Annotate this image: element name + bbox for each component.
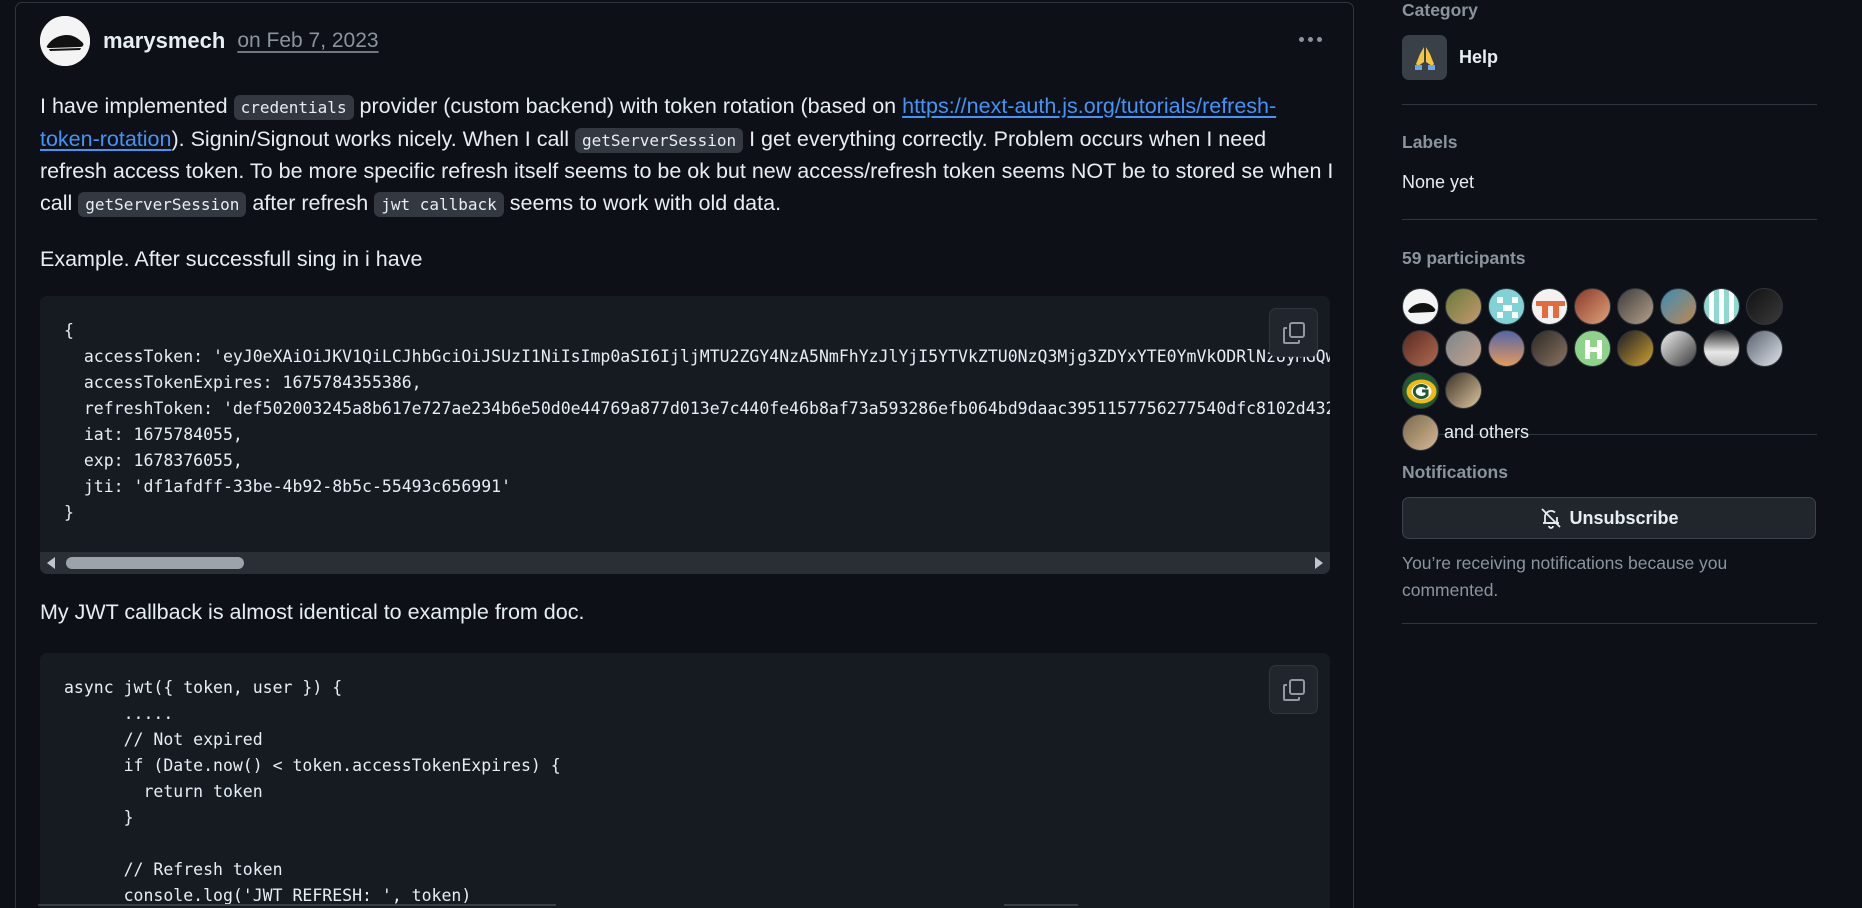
- copy-icon: [1282, 321, 1305, 344]
- participants-section: 59 participants and others: [1402, 220, 1817, 451]
- post-date[interactable]: on Feb 7, 2023: [237, 29, 378, 53]
- participant-avatar[interactable]: [1445, 372, 1482, 409]
- participant-avatar[interactable]: [1574, 330, 1611, 367]
- category-heading: Category: [1402, 0, 1478, 20]
- participant-avatars: [1402, 288, 1822, 409]
- scroll-indicator: [1004, 904, 1078, 906]
- author-name[interactable]: marysmech: [103, 28, 225, 54]
- text: after refresh: [246, 190, 375, 215]
- inline-code: jwt callback: [374, 191, 504, 217]
- scroll-right-icon[interactable]: [1315, 557, 1323, 569]
- scroll-indicator: [38, 904, 556, 906]
- scroll-left-icon[interactable]: [47, 557, 55, 569]
- participant-avatar[interactable]: [1445, 330, 1482, 367]
- participant-avatar[interactable]: [1402, 414, 1439, 451]
- participant-avatar[interactable]: [1660, 330, 1697, 367]
- labels-value: None yet: [1402, 172, 1475, 192]
- paragraph-jwt: My JWT callback is almost identical to e…: [40, 600, 585, 624]
- participants-heading: 59 participants: [1402, 248, 1526, 268]
- folded-hands-glyph: [1414, 46, 1435, 70]
- participant-avatar[interactable]: [1402, 330, 1439, 367]
- paragraph-example: Example. After successfull sing in i hav…: [40, 247, 423, 271]
- participant-avatar[interactable]: [1703, 288, 1740, 325]
- scrollbar-thumb[interactable]: [66, 557, 244, 569]
- text: seems to work with old data.: [503, 190, 782, 215]
- participant-avatar[interactable]: [1531, 330, 1568, 367]
- participant-avatar[interactable]: [1617, 288, 1654, 325]
- horizontal-scrollbar[interactable]: [40, 552, 1330, 574]
- participant-avatar[interactable]: [1488, 330, 1525, 367]
- category-label[interactable]: Help: [1459, 47, 1498, 68]
- post-header: marysmech on Feb 7, 2023: [40, 15, 1330, 67]
- notifications-section: Notifications Unsubscribe You’re receivi…: [1402, 435, 1817, 624]
- code-block-jwt: async jwt({ token, user }) { ..... // No…: [40, 653, 1330, 908]
- author-avatar-image: [40, 16, 90, 66]
- participant-avatar[interactable]: [1531, 288, 1568, 325]
- participant-avatar[interactable]: [1574, 288, 1611, 325]
- more-options-icon[interactable]: [1290, 21, 1330, 57]
- labels-heading: Labels: [1402, 132, 1458, 152]
- author-avatar[interactable]: [40, 16, 90, 66]
- code-block-token: { accessToken: 'eyJ0eXAiOiJKV1QiLCJhbGci…: [40, 296, 1330, 574]
- code-token: { accessToken: 'eyJ0eXAiOiJKV1QiLCJhbGci…: [64, 321, 1330, 522]
- folded-hands-icon: [1402, 35, 1447, 80]
- participant-avatar[interactable]: [1703, 330, 1740, 367]
- notification-reason: You’re receiving notifications because y…: [1402, 553, 1728, 600]
- participant-avatar[interactable]: [1488, 288, 1525, 325]
- post-body: I have implemented credentials provider …: [40, 91, 1335, 300]
- participant-avatar[interactable]: [1402, 372, 1439, 409]
- bell-slash-icon: [1541, 508, 1562, 529]
- code-jwt: async jwt({ token, user }) { ..... // No…: [64, 678, 561, 905]
- unsubscribe-button[interactable]: Unsubscribe: [1402, 497, 1816, 539]
- copy-code-button[interactable]: [1269, 665, 1318, 714]
- copy-code-button[interactable]: [1269, 308, 1318, 357]
- discussion-sidebar: Category Help Labels None yet 59 partici…: [1402, 0, 1817, 624]
- participant-avatar[interactable]: [1746, 288, 1783, 325]
- paragraph-intro: I have implemented credentials provider …: [40, 91, 1335, 220]
- participant-avatar[interactable]: [1660, 288, 1697, 325]
- notifications-heading: Notifications: [1402, 462, 1508, 482]
- labels-section: Labels None yet: [1402, 105, 1817, 220]
- text: provider (custom backend) with token rot…: [353, 94, 903, 118]
- copy-icon: [1282, 678, 1305, 701]
- inline-code: getServerSession: [78, 191, 247, 217]
- category-section: Category Help: [1402, 0, 1817, 105]
- participant-avatar[interactable]: [1617, 330, 1654, 367]
- participant-avatar[interactable]: [1402, 288, 1439, 325]
- participant-avatar[interactable]: [1445, 288, 1482, 325]
- unsubscribe-label: Unsubscribe: [1569, 507, 1679, 528]
- and-others-label: and others: [1444, 422, 1530, 442]
- category-link[interactable]: Help: [1402, 35, 1817, 80]
- text: I have implemented: [40, 94, 234, 118]
- discussion-post: marysmech on Feb 7, 2023 I have implemen…: [15, 2, 1354, 908]
- inline-code: credentials: [233, 95, 354, 120]
- text: ). Signin/Signout works nicely. When I c…: [171, 126, 575, 151]
- participant-avatar[interactable]: [1746, 330, 1783, 367]
- inline-code: getServerSession: [574, 127, 744, 153]
